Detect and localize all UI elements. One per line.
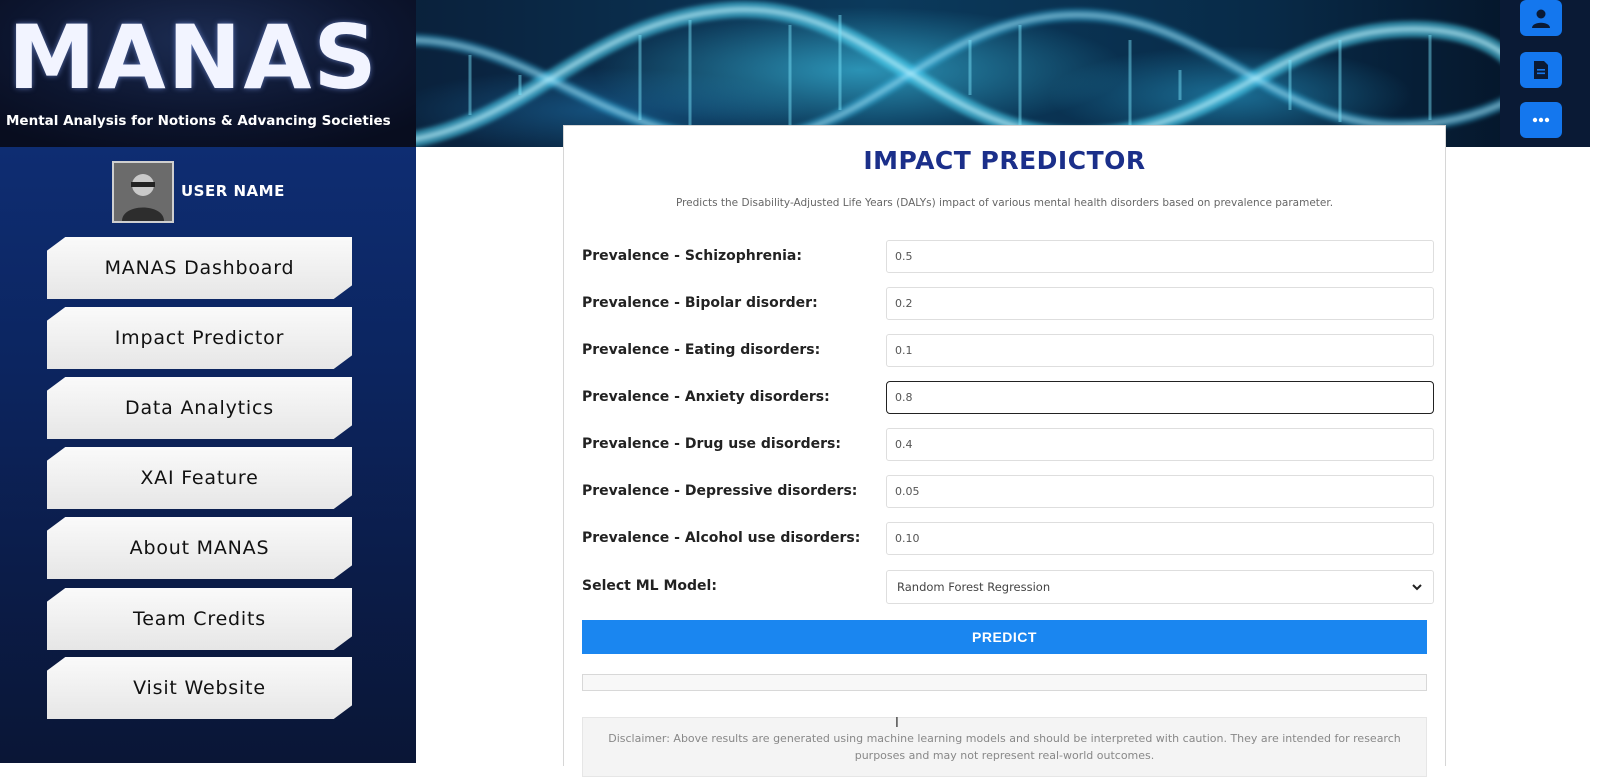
bipolar-input[interactable] [886,287,1434,320]
alcohol-use-input[interactable] [886,522,1434,555]
schizophrenia-input[interactable] [886,240,1434,273]
sidebar: USER NAME MANAS Dashboard Impact Predict… [0,147,416,763]
disclaimer-text: Disclaimer: Above results are generated … [582,717,1427,777]
nav-impact-predictor[interactable]: Impact Predictor [47,307,352,369]
schizophrenia-label: Prevalence - Schizophrenia: [582,248,802,264]
text-cursor-icon: I [895,716,899,731]
page-title: IMPACT PREDICTOR [863,146,1146,175]
model-select[interactable]: Random Forest Regression [886,570,1434,604]
drug-use-label: Prevalence - Drug use disorders: [582,436,841,452]
model-select-value: Random Forest Regression [897,580,1051,594]
model-label: Select ML Model: [582,578,717,594]
result-output [582,674,1427,691]
anxiety-input[interactable] [886,381,1434,414]
nav-about[interactable]: About MANAS [47,517,352,579]
anxiety-label: Prevalence - Anxiety disorders: [582,389,830,405]
eating-input[interactable] [886,334,1434,367]
user-avatar-icon [114,163,172,221]
app-tagline: Mental Analysis for Notions & Advancing … [6,113,391,129]
nav-team-credits[interactable]: Team Credits [47,588,352,650]
quick-actions-rail [1500,0,1590,147]
nav-xai-feature[interactable]: XAI Feature [47,447,352,509]
drug-use-input[interactable] [886,428,1434,461]
page-description: Predicts the Disability-Adjusted Life Ye… [675,197,1334,209]
avatar[interactable] [112,161,174,223]
chat-button[interactable] [1520,102,1562,138]
depressive-label: Prevalence - Depressive disorders: [582,483,858,499]
chat-icon [1532,117,1550,123]
nav-data-analytics[interactable]: Data Analytics [47,377,352,439]
impact-predictor-card: IMPACT PREDICTOR Predicts the Disability… [563,125,1446,777]
logo-area: MANAS Mental Analysis for Notions & Adva… [0,0,416,147]
profile-button[interactable] [1520,0,1562,36]
report-button[interactable] [1520,52,1562,88]
document-icon [1534,61,1548,79]
bipolar-label: Prevalence - Bipolar disorder: [582,295,818,311]
user-icon [1532,9,1550,28]
nav-dashboard[interactable]: MANAS Dashboard [47,237,352,299]
chevron-down-icon [1412,584,1422,591]
user-name: USER NAME [181,182,285,200]
eating-label: Prevalence - Eating disorders: [582,342,821,358]
app-logo: MANAS [8,6,379,109]
nav-visit-website[interactable]: Visit Website [47,657,352,719]
alcohol-use-label: Prevalence - Alcohol use disorders: [582,530,861,546]
predict-button[interactable]: PREDICT [582,620,1427,654]
depressive-input[interactable] [886,475,1434,508]
